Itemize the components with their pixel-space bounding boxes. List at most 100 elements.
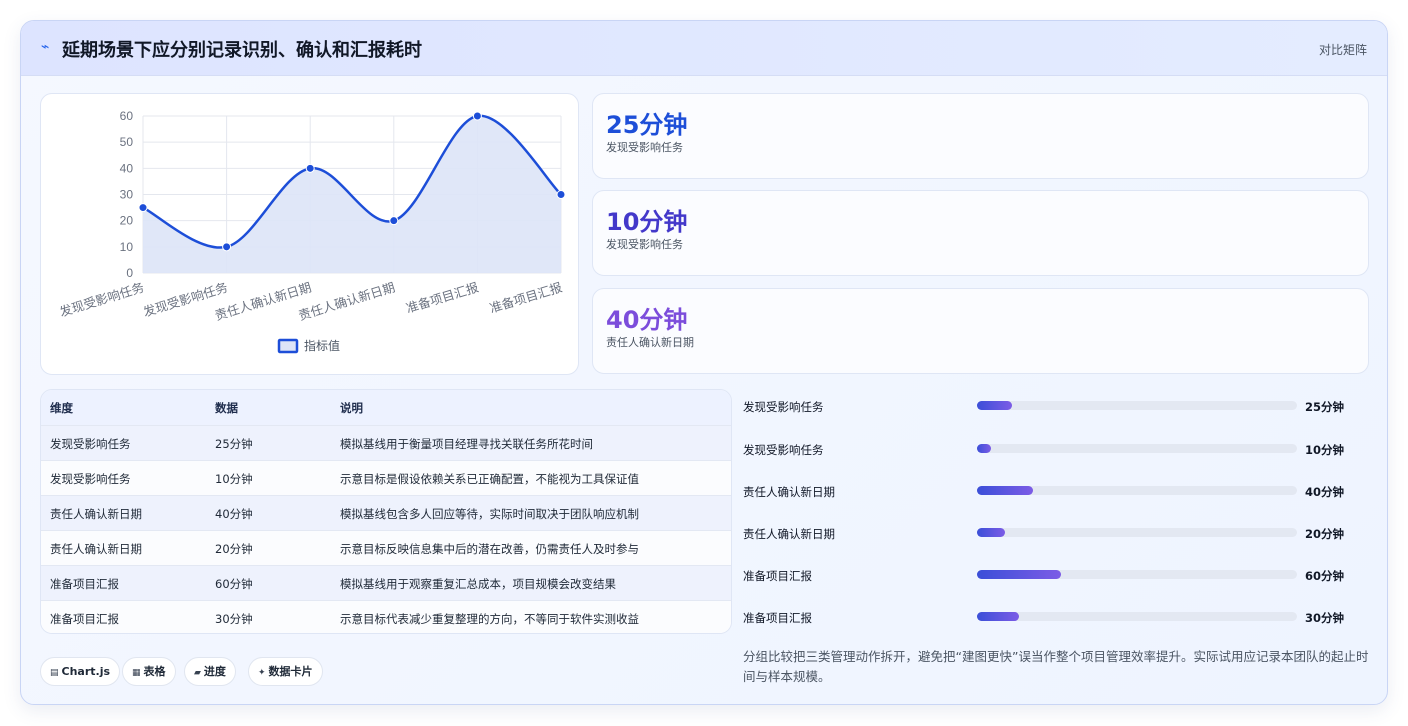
y-tick-label: 40 <box>120 161 134 175</box>
x-tick-label: 责任人确认新日期 <box>297 280 397 324</box>
table-cell: 40分钟 <box>215 507 253 521</box>
progress-label: 发现受影响任务 <box>743 400 824 414</box>
progress-row: 准备项目汇报 60分钟 <box>743 565 1353 585</box>
chip-table[interactable]: ▦ 表格 <box>122 657 176 686</box>
table-row: 责任人确认新日期 40分钟 模拟基线包含多人回应等待，实际时间取决于团队响应机制 <box>41 495 731 530</box>
chip-label: 进度 <box>203 665 226 678</box>
table-cell: 模拟基线用于衡量项目经理寻找关联任务所花时间 <box>340 437 593 451</box>
stat-label: 发现受影响任务 <box>606 141 683 154</box>
table-cell: 25分钟 <box>215 437 253 451</box>
line-chart-panel: 60 50 40 30 20 10 0 发现受影响任务 发现受影响任务 责任人确认新日期 责任人确认… <box>40 93 579 375</box>
progress-row: 责任人确认新日期 40分钟 <box>743 481 1353 501</box>
progress-row: 发现受影响任务 25分钟 <box>743 396 1353 416</box>
progress-track <box>977 401 1297 410</box>
table-cell: 30分钟 <box>215 612 253 626</box>
table-row: 发现受影响任务 25分钟 模拟基线用于衡量项目经理寻找关联任务所花时间 <box>41 425 731 460</box>
legend-swatch <box>277 338 299 354</box>
progress-fill <box>977 570 1061 579</box>
table-cell: 准备项目汇报 <box>50 612 119 626</box>
data-table: 维度 数据 说明 发现受影响任务 25分钟 模拟基线用于衡量项目经理寻找关联任务… <box>40 389 732 634</box>
progress-value: 30分钟 <box>1305 611 1345 625</box>
chip-chartjs[interactable]: ▤ Chart.js <box>40 657 121 686</box>
table-row: 准备项目汇报 60分钟 模拟基线用于观察重复汇总成本，项目规模会改变结果 <box>41 565 731 600</box>
stat-value: 40分钟 <box>606 306 688 334</box>
stat-card: 40分钟 责任人确认新日期 <box>592 288 1369 374</box>
progress-label: 发现受影响任务 <box>743 443 824 457</box>
table-cell: 示意目标是假设依赖关系已正确配置，不能视为工具保证值 <box>340 472 639 486</box>
data-point <box>138 203 148 213</box>
data-point <box>305 163 315 173</box>
progress-fill <box>977 612 1020 621</box>
progress-value: 20分钟 <box>1305 527 1345 541</box>
x-tick-label: 准备项目汇报 <box>404 279 481 315</box>
table-cell: 20分钟 <box>215 542 253 556</box>
progress-fill <box>977 486 1033 495</box>
progress-value: 10分钟 <box>1305 443 1345 457</box>
table-cell: 示意目标反映信息集中后的潜在改善，仍需责任人及时参与 <box>340 542 639 556</box>
chip-data-cards[interactable]: ✦ 数据卡片 <box>248 657 323 686</box>
card-header: ⌁ 延期场景下应分别记录识别、确认和汇报耗时 对比矩阵 <box>21 21 1387 76</box>
table-cell: 10分钟 <box>215 472 253 486</box>
stat-value: 10分钟 <box>606 208 688 236</box>
chip-progress[interactable]: ▰ 进度 <box>184 657 236 686</box>
progress-row: 责任人确认新日期 20分钟 <box>743 523 1353 543</box>
chip-label: 表格 <box>143 665 166 678</box>
progress-track <box>977 570 1297 579</box>
table-cell: 责任人确认新日期 <box>50 542 142 556</box>
progress-fill <box>977 444 992 453</box>
progress-row: 准备项目汇报 30分钟 <box>743 607 1353 627</box>
card-title: 延期场景下应分别记录识别、确认和汇报耗时 <box>62 40 422 61</box>
column-header: 数据 <box>215 401 238 415</box>
chip-label: 数据卡片 <box>268 665 313 678</box>
progress-value: 40分钟 <box>1305 485 1345 499</box>
trend-icon: ⌁ <box>41 39 50 55</box>
stat-label: 责任人确认新日期 <box>606 336 694 349</box>
table-icon: ▦ <box>132 668 141 678</box>
progress-track <box>977 486 1297 495</box>
stat-card: 10分钟 发现受影响任务 <box>592 190 1369 276</box>
chip-label: Chart.js <box>61 665 111 678</box>
progress-value: 25分钟 <box>1305 400 1345 414</box>
y-tick-label: 0 <box>126 266 133 280</box>
x-tick-label: 准备项目汇报 <box>488 279 565 315</box>
line-chart: 6050403020100发现受影响任务发现受影响任务责任人确认新日期责任人确认… <box>58 109 566 354</box>
header-tag: 对比矩阵 <box>1318 43 1367 57</box>
y-tick-label: 20 <box>120 214 134 228</box>
table-cell: 发现受影响任务 <box>50 472 131 486</box>
stat-value: 25分钟 <box>606 111 688 139</box>
table-cell: 准备项目汇报 <box>50 577 119 591</box>
progress-label: 准备项目汇报 <box>743 569 812 583</box>
chart-icon: ▤ <box>50 668 59 678</box>
progress-row: 发现受影响任务 10分钟 <box>743 439 1353 459</box>
progress-label: 责任人确认新日期 <box>743 527 835 541</box>
table-cell: 责任人确认新日期 <box>50 507 142 521</box>
stat-label: 发现受影响任务 <box>606 238 683 251</box>
y-tick-label: 30 <box>120 188 134 202</box>
legend-label: 指标值 <box>304 338 340 353</box>
table-cell: 60分钟 <box>215 577 253 591</box>
progress-label: 准备项目汇报 <box>743 611 812 625</box>
sparkle-icon: ✦ <box>258 668 266 678</box>
table-header-row: 维度 数据 说明 <box>41 390 731 425</box>
data-point <box>472 111 482 121</box>
table-row: 发现受影响任务 10分钟 示意目标是假设依赖关系已正确配置，不能视为工具保证值 <box>41 460 731 495</box>
progress-value: 60分钟 <box>1305 569 1345 583</box>
data-point <box>389 216 399 226</box>
column-header: 维度 <box>50 401 73 415</box>
table-cell: 模拟基线包含多人回应等待，实际时间取决于团队响应机制 <box>340 507 639 521</box>
progress-label: 责任人确认新日期 <box>743 485 835 499</box>
table-cell: 模拟基线用于观察重复汇总成本，项目规模会改变结果 <box>340 577 616 591</box>
progress-track <box>977 612 1297 621</box>
y-tick-label: 10 <box>120 240 134 254</box>
dashboard-card: ⌁ 延期场景下应分别记录识别、确认和汇报耗时 对比矩阵 60 50 40 30 20 10… <box>20 20 1388 705</box>
table-row: 责任人确认新日期 20分钟 示意目标反映信息集中后的潜在改善，仍需责任人及时参与 <box>41 530 731 565</box>
progress-track <box>977 528 1297 537</box>
progress-fill <box>977 528 1005 537</box>
progress-icon: ▰ <box>194 668 201 678</box>
progress-track <box>977 444 1297 453</box>
data-point <box>222 242 232 252</box>
x-tick-label: 发现受影响任务 <box>58 280 146 320</box>
y-tick-label: 50 <box>120 135 134 149</box>
analysis-note: 分组比较把三类管理动作拆开，避免把“建图更快”误当作整个项目管理效率提升。实际试… <box>743 649 1369 684</box>
column-header: 说明 <box>340 401 363 415</box>
